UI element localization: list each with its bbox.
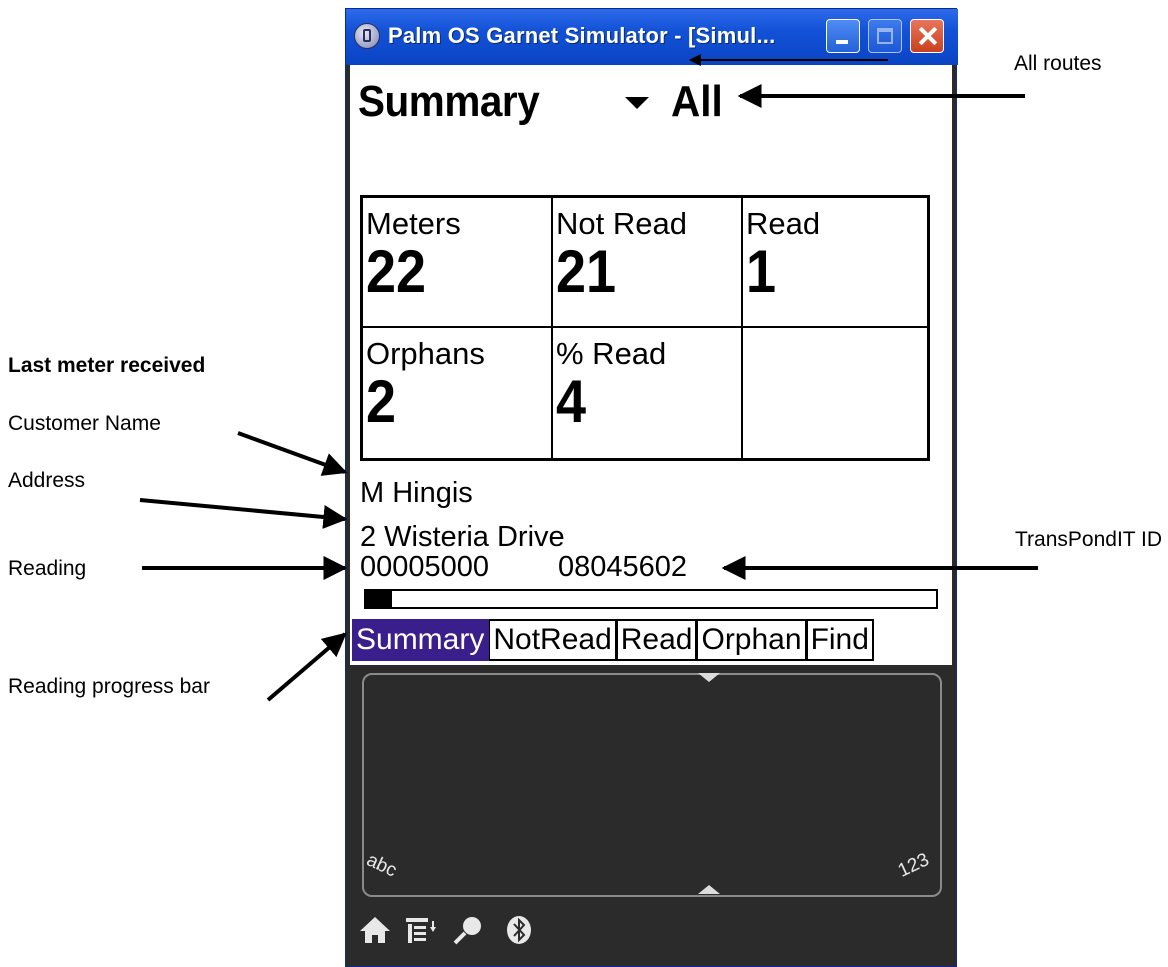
stat-cell-not-read: Not Read 21 <box>553 198 743 328</box>
stat-value: 22 <box>366 238 427 305</box>
annotation-reading-progress-bar: Reading progress bar <box>8 675 210 698</box>
stat-value: 4 <box>556 368 587 435</box>
tab-summary[interactable]: Summary <box>352 619 490 661</box>
arrow-customer-name <box>237 431 348 476</box>
annotation-address: Address <box>8 469 86 492</box>
stat-value: 2 <box>366 368 397 435</box>
stats-grid: Meters 22 Not Read 21 Read 1 Orphans 2 %… <box>360 195 930 461</box>
close-button[interactable] <box>910 19 944 53</box>
annotation-transpondit-id: TransPondIT ID <box>1015 528 1163 551</box>
stat-cell-orphans: Orphans 2 <box>363 328 553 458</box>
annotation-last-meter-received: Last meter received <box>8 354 206 377</box>
palm-app-icon[interactable] <box>354 23 380 49</box>
transponder-id: 08045602 <box>558 551 688 583</box>
graffiti-divider-bottom-icon <box>698 885 720 894</box>
bluetooth-icon[interactable] <box>502 915 536 951</box>
window-title: Palm OS Garnet Simulator - [Simul... <box>388 23 776 48</box>
screen-title: Summary <box>358 77 540 126</box>
tab-read[interactable]: Read <box>616 619 698 661</box>
customer-address: 2 Wisteria Drive <box>360 521 565 553</box>
minimize-button[interactable] <box>826 19 860 53</box>
tab-orphan[interactable]: Orphan <box>697 619 807 661</box>
graffiti-divider-top-icon <box>698 673 720 682</box>
stat-label: Orphans <box>366 336 485 371</box>
stat-cell-read: Read 1 <box>743 198 927 328</box>
annotation-customer-name: Customer Name <box>8 412 161 435</box>
meter-reading: 00005000 <box>360 551 490 583</box>
simulator-window: Palm OS Garnet Simulator - [Simul... Sum… <box>345 8 958 967</box>
stat-label: % Read <box>556 336 667 371</box>
stat-value: 21 <box>556 238 617 305</box>
stat-value: 1 <box>746 238 777 305</box>
arrow-address <box>139 498 348 529</box>
annotation-reading: Reading <box>8 557 87 580</box>
progress-fill <box>366 591 392 607</box>
tab-not-read[interactable]: NotRead <box>489 619 617 661</box>
stat-cell-percent-read: % Read 4 <box>553 328 743 458</box>
dropdown-triangle-icon[interactable] <box>625 97 649 109</box>
stat-label: Not Read <box>556 206 687 241</box>
maximize-button[interactable] <box>868 19 902 53</box>
tab-find[interactable]: Find <box>806 619 874 661</box>
tab-bar: Summary NotRead Read Orphan Find <box>352 619 874 661</box>
stat-cell-meters: Meters 22 <box>363 198 553 328</box>
graffiti-input-area[interactable] <box>362 673 942 897</box>
arrow-progress-bar <box>266 632 347 702</box>
stat-cell-empty <box>743 328 927 458</box>
customer-name: M Hingis <box>360 477 473 509</box>
stat-label: Read <box>746 206 821 241</box>
home-icon[interactable] <box>358 915 392 951</box>
annotation-all-routes: All routes <box>1014 52 1102 75</box>
window-titlebar[interactable]: Palm OS Garnet Simulator - [Simul... <box>346 9 958 65</box>
reading-progress-bar <box>364 589 938 609</box>
palm-screen: Summary All Meters 22 Not Read 21 Read 1… <box>350 65 952 665</box>
stat-label: Meters <box>366 206 461 241</box>
route-selector[interactable]: All <box>671 77 723 127</box>
search-icon[interactable] <box>452 915 486 951</box>
menu-icon[interactable] <box>404 915 438 951</box>
